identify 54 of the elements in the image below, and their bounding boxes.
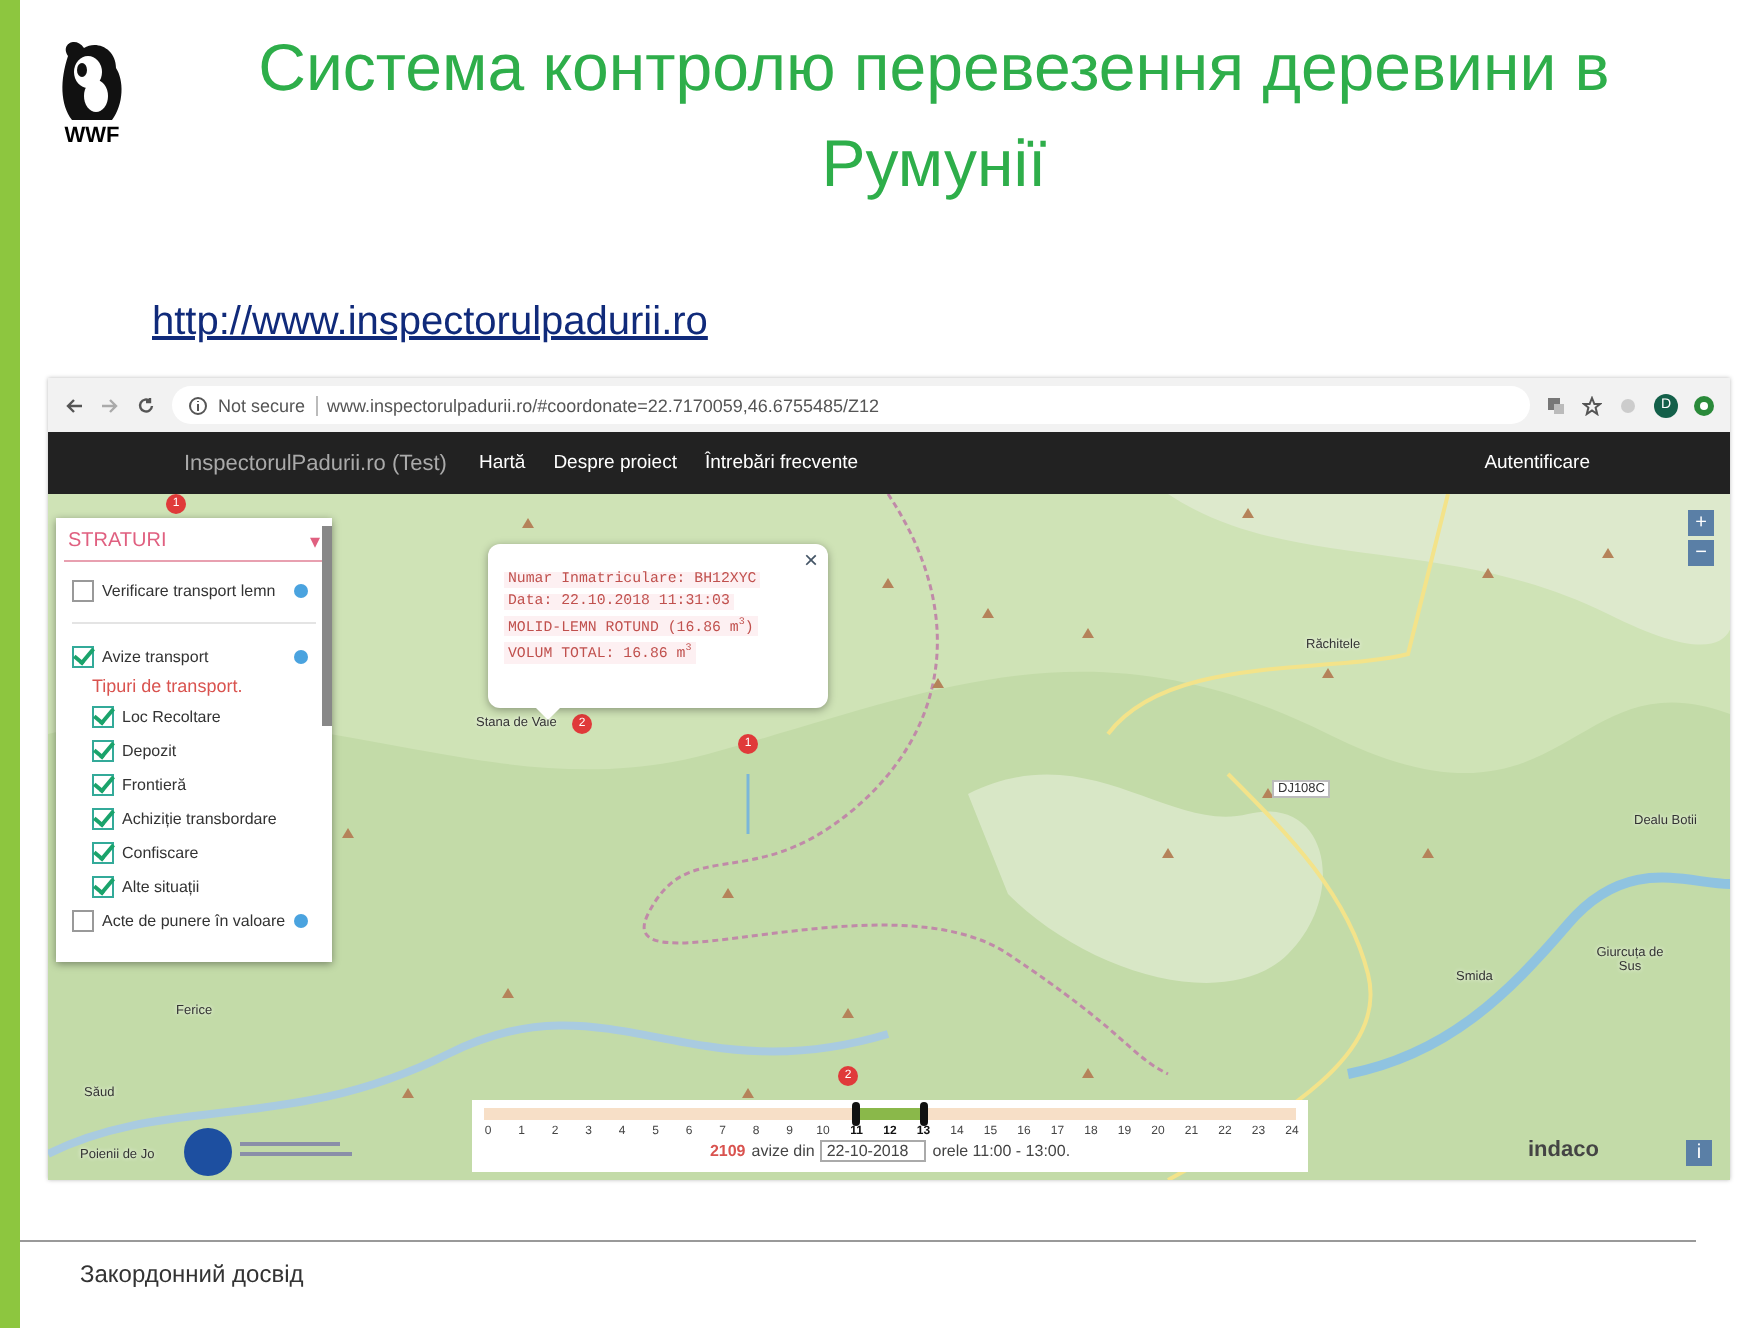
back-icon[interactable] [64, 395, 84, 415]
info-icon[interactable] [294, 649, 308, 663]
website-link[interactable]: http://www.inspectorulpadurii.ro [152, 300, 708, 346]
site-brand[interactable]: InspectorulPadurii.ro (Test) [184, 451, 447, 475]
login-link[interactable]: Autentificare [1484, 452, 1590, 474]
translate-icon[interactable] [1546, 395, 1566, 415]
info-icon [188, 395, 208, 415]
url-text: www.inspectorulpadurii.ro/#coordonate=22.7170059,46.6755485/Z12 [327, 395, 879, 415]
zoom-out-button[interactable]: − [1688, 540, 1714, 566]
layer-label: Acte de punere în valoare [102, 911, 286, 929]
layer-label: Depozit [122, 742, 179, 760]
layer-label: Confiscare [122, 844, 201, 862]
footer-text: Закордонний досвід [20, 1240, 1696, 1288]
slider-handle[interactable] [852, 1102, 861, 1126]
info-button[interactable]: i [1686, 1140, 1712, 1166]
summary-text: orele 11:00 - 13:00. [932, 1142, 1071, 1160]
slide-title: Система контролю перевезення деревини в Румунії [256, 28, 1612, 204]
checkbox[interactable] [92, 706, 114, 728]
nav-link[interactable]: Întrebări frecvente [704, 452, 859, 474]
partner-logo-text: indaco [1528, 1138, 1599, 1162]
forward-icon[interactable] [100, 395, 120, 415]
star-icon[interactable] [1582, 395, 1602, 415]
checkbox[interactable] [72, 909, 94, 931]
layer-label: Verificare transport lemn [102, 581, 278, 599]
checkbox[interactable] [92, 774, 114, 796]
checkbox[interactable] [92, 808, 114, 830]
layer-label: Alte situații [122, 878, 202, 896]
close-button[interactable]: × [803, 546, 818, 574]
checkbox[interactable] [92, 876, 114, 898]
checkbox[interactable] [92, 842, 114, 864]
checkbox[interactable] [92, 740, 114, 762]
layer-label: Frontieră [122, 776, 189, 794]
extension-icon[interactable] [1694, 395, 1714, 415]
nav-link[interactable]: Hartă [478, 452, 526, 474]
date-field[interactable]: 22-10-2018 [820, 1140, 927, 1162]
count-text: 2109 [709, 1142, 746, 1160]
reload-icon[interactable] [136, 395, 156, 415]
zoom-in-button[interactable]: + [1688, 510, 1714, 536]
nav-link[interactable]: Despre proiect [553, 452, 677, 474]
slider-handle[interactable] [919, 1102, 928, 1126]
section-heading: Tipuri de transport. [90, 676, 245, 696]
layer-label: Avize transport [102, 647, 211, 665]
security-label: Not secure [218, 395, 306, 415]
time-slider-track[interactable] [484, 1108, 1296, 1120]
layer-label: Loc Recoltare [122, 708, 223, 726]
summary-text: avize din [751, 1142, 815, 1160]
checkbox[interactable] [72, 645, 94, 667]
scrollbar[interactable] [322, 526, 332, 726]
info-icon[interactable] [294, 913, 308, 927]
checkbox[interactable] [72, 579, 94, 601]
info-icon[interactable] [294, 583, 308, 597]
address-bar[interactable]: Not secure www.inspectorulpadurii.ro/#coordonate=22.7170059,46.6755485/Z12 [172, 386, 1530, 424]
logo-text: WWF [64, 124, 120, 148]
layer-label: Achiziție transbordare [122, 810, 279, 828]
